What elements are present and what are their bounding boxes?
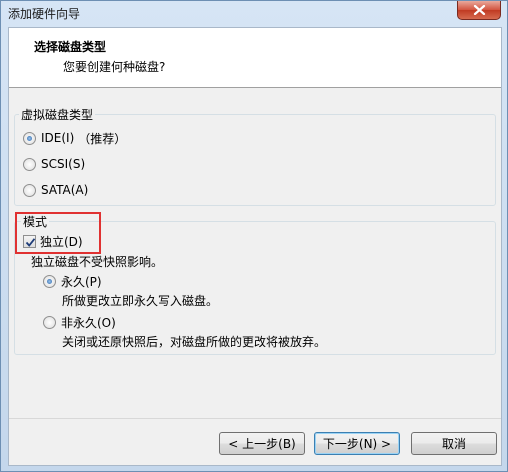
radio-ide-recommended-note: （推荐）: [78, 131, 127, 146]
radio-sata[interactable]: SATA(A): [23, 182, 88, 198]
footer-divider: [9, 418, 501, 419]
add-hardware-wizard-window: 添加硬件向导 选择磁盘类型 您要创建何种磁盘? 虚拟磁盘类型 IDE(I) （推…: [0, 0, 508, 472]
radio-sata-label[interactable]: SATA(A): [41, 183, 88, 197]
wizard-client-area: 选择磁盘类型 您要创建何种磁盘? 虚拟磁盘类型 IDE(I) （推荐） SCSI…: [8, 27, 502, 466]
close-button[interactable]: [457, 1, 501, 20]
back-button[interactable]: < 上一步(B): [219, 432, 305, 455]
radio-nonpersistent[interactable]: 非永久(O): [43, 314, 116, 330]
radio-ide-button[interactable]: [23, 131, 36, 145]
radio-scsi-button[interactable]: [23, 157, 36, 171]
radio-scsi[interactable]: SCSI(S): [23, 156, 85, 172]
page-title: 选择磁盘类型: [34, 40, 107, 54]
window-title: 添加硬件向导: [8, 7, 81, 21]
radio-scsi-label[interactable]: SCSI(S): [41, 157, 85, 171]
independent-description: 独立磁盘不受快照影响。: [31, 255, 164, 269]
radio-nonpersistent-label[interactable]: 非永久(O): [61, 314, 116, 331]
persistent-description: 所做更改立即永久写入磁盘。: [62, 294, 219, 308]
radio-persistent-button[interactable]: [43, 274, 56, 288]
disk-type-legend: 虚拟磁盘类型: [19, 106, 96, 123]
page-subtitle: 您要创建何种磁盘?: [63, 60, 166, 74]
close-icon: [473, 5, 486, 15]
wizard-header: 选择磁盘类型 您要创建何种磁盘?: [9, 28, 501, 88]
radio-persistent-label[interactable]: 永久(P): [61, 273, 102, 290]
next-button[interactable]: 下一步(N) >: [314, 432, 400, 455]
title-bar[interactable]: 添加硬件向导: [1, 1, 507, 27]
radio-ide[interactable]: IDE(I) （推荐）: [23, 130, 126, 146]
radio-sata-button[interactable]: [23, 183, 36, 197]
radio-persistent[interactable]: 永久(P): [43, 273, 102, 289]
radio-nonpersistent-button[interactable]: [43, 315, 56, 329]
nonpersistent-description: 关闭或还原快照后，对磁盘所做的更改将被放弃。: [62, 335, 327, 349]
radio-ide-label[interactable]: IDE(I): [41, 131, 74, 145]
annotation-highlight-box: [15, 212, 101, 254]
cancel-button[interactable]: 取消: [411, 432, 497, 455]
